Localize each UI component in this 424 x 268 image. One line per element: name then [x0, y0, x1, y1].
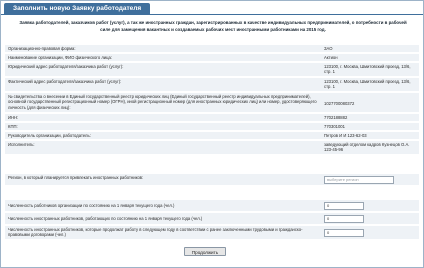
region-row: Регион, в который планируется привлекать… — [5, 174, 419, 186]
table-row: № свидетельства о внесении в Единый госу… — [5, 93, 419, 113]
table-row: Юридический адрес работодателя/заказчика… — [5, 63, 419, 77]
table-row: ИНН: 7702188882 — [5, 114, 419, 122]
row-value: 1027700080372 — [324, 101, 355, 106]
row-label: № свидетельства о внесении в Единый госу… — [8, 94, 317, 110]
form-intro-text: Заявка работодателей, заказчиков работ (… — [19, 20, 407, 32]
row-value: заведующий отделом кадров Кузнецов О.А. … — [324, 142, 410, 153]
row-label: Исполнитель: — [8, 142, 35, 147]
row-value: Петров И И 123-62-03 — [324, 133, 367, 138]
count-label: Численность иностранных работников, кото… — [8, 227, 303, 238]
count-row: Численность работников организации по со… — [5, 200, 419, 212]
row-value: Актион — [324, 55, 338, 60]
foreign-workers-count-input[interactable]: 0 — [324, 215, 364, 223]
count-row: Численность иностранных работников, рабо… — [5, 213, 419, 225]
row-value: ЗАО — [324, 46, 333, 51]
table-row: Исполнитель: заведующий отделом кадров К… — [5, 141, 419, 155]
table-row: Организационно-правовая форма: ЗАО — [5, 45, 419, 53]
tab-underline — [1, 14, 423, 15]
count-label: Численность иностранных работников, рабо… — [8, 216, 203, 221]
row-label: КПП: — [8, 124, 18, 129]
table-row: Руководитель организации, работодатель: … — [5, 132, 419, 140]
row-label: ИНН: — [8, 115, 19, 120]
table-row: КПП: 770301001 — [5, 123, 419, 131]
row-label: Юридический адрес работодателя/заказчика… — [8, 64, 124, 69]
continuing-workers-count-input[interactable]: 0 — [324, 229, 364, 237]
table-row: Наименование организации, ФИО физическог… — [5, 54, 419, 62]
row-value: 123100, г. Москва, Шмитовский проезд, 13… — [324, 79, 411, 90]
application-form-panel: Заполнить новую Заявку работодателя Заяв… — [0, 0, 424, 268]
employees-count-input[interactable]: 0 — [324, 202, 364, 210]
row-label: Наименование организации, ФИО физическог… — [8, 55, 112, 60]
spacer-row — [5, 187, 419, 199]
row-value: 7702188882 — [324, 115, 348, 120]
count-label: Численность работников организации по со… — [8, 203, 175, 208]
row-label: Организационно-правовая форма: — [8, 46, 76, 51]
count-row: Численность иностранных работников, кото… — [5, 226, 419, 240]
region-label: Регион, в который планируется привлекать… — [8, 175, 144, 180]
tab-new-application[interactable]: Заполнить новую Заявку работодателя — [4, 3, 151, 14]
row-value: 123100, г. Москва, Шмитовский проезд, 13… — [324, 64, 411, 75]
region-select[interactable]: выберите регион — [324, 176, 394, 184]
row-label: Руководитель организации, работодатель: — [8, 133, 91, 138]
table-row: Фактический адрес работодателя/заказчика… — [5, 78, 419, 92]
row-value: 770301001 — [324, 124, 345, 129]
continue-button[interactable]: Продолжить — [184, 247, 226, 256]
row-label: Фактический адрес работодателя/заказчика… — [8, 79, 122, 84]
